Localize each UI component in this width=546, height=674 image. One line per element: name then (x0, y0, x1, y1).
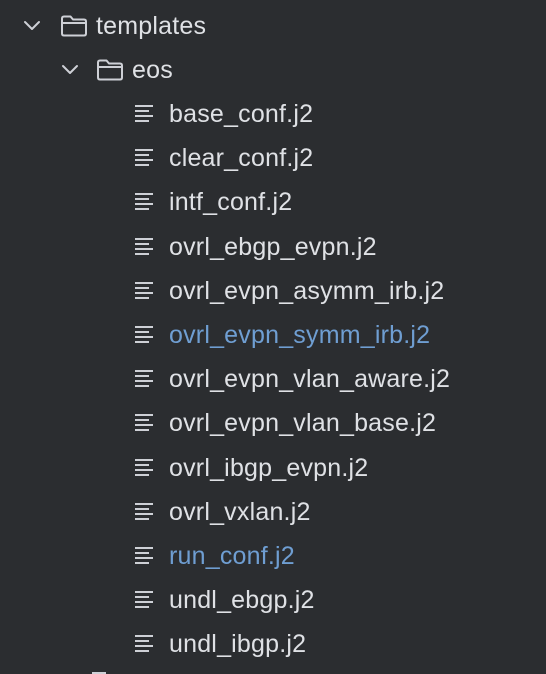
partial-row-icon (92, 672, 106, 674)
text-file-icon (133, 633, 157, 655)
tree-node-file[interactable]: intf_conf.j2 (0, 180, 546, 224)
file-name: ovrl_evpn_asymm_irb.j2 (169, 276, 445, 305)
tree-node-file[interactable]: undl_ebgp.j2 (0, 578, 546, 622)
folder-name-eos: eos (132, 56, 173, 84)
file-name: undl_ebgp.j2 (169, 586, 315, 615)
text-file-icon (133, 501, 157, 523)
file-name: ovrl_evpn_vlan_base.j2 (169, 409, 437, 438)
file-name: ovrl_ibgp_evpn.j2 (169, 453, 369, 482)
folder-icon (96, 58, 124, 82)
file-name: ovrl_evpn_vlan_aware.j2 (169, 365, 451, 394)
folder-name-templates: templates (96, 12, 207, 40)
file-name: ovrl_ebgp_evpn.j2 (169, 232, 377, 261)
text-file-icon (133, 147, 157, 169)
tree-node-file[interactable]: run_conf.j2 (0, 534, 546, 578)
text-file-icon (133, 368, 157, 390)
tree-node-file[interactable]: ovrl_evpn_vlan_base.j2 (0, 401, 546, 445)
file-name: run_conf.j2 (169, 542, 295, 570)
text-file-icon (133, 103, 157, 125)
file-name: ovrl_evpn_symm_irb.j2 (169, 321, 431, 349)
text-file-icon (133, 191, 157, 213)
text-file-icon (133, 545, 157, 567)
file-name: base_conf.j2 (169, 100, 314, 128)
text-file-icon (133, 412, 157, 434)
tree-node-file[interactable]: ovrl_evpn_vlan_aware.j2 (0, 357, 546, 401)
file-name: ovrl_vxlan.j2 (169, 497, 311, 526)
text-file-icon (133, 236, 157, 258)
folder-icon (60, 14, 88, 38)
chevron-down-icon[interactable] (22, 16, 42, 36)
file-name: clear_conf.j2 (169, 144, 314, 173)
text-file-icon (133, 280, 157, 302)
text-file-icon (133, 589, 157, 611)
project-tree: templates eos base_conf.j2 clear_conf.j2i… (0, 0, 546, 674)
tree-node-file[interactable]: ovrl_evpn_asymm_irb.j2 (0, 269, 546, 313)
file-name: intf_conf.j2 (169, 188, 293, 217)
tree-node-eos[interactable]: eos (0, 48, 546, 92)
text-file-icon (133, 457, 157, 479)
tree-node-file[interactable]: undl_ibgp.j2 (0, 622, 546, 666)
tree-node-file[interactable]: ovrl_vxlan.j2 (0, 490, 546, 534)
tree-node-file[interactable]: ovrl_ibgp_evpn.j2 (0, 446, 546, 490)
tree-node-file[interactable]: clear_conf.j2 (0, 136, 546, 180)
tree-node-file[interactable]: ovrl_ebgp_evpn.j2 (0, 225, 546, 269)
chevron-down-icon[interactable] (60, 60, 80, 80)
tree-node-file[interactable]: base_conf.j2 (0, 92, 546, 136)
text-file-icon (133, 324, 157, 346)
file-name: undl_ibgp.j2 (169, 630, 307, 659)
tree-node-templates[interactable]: templates (0, 4, 546, 48)
tree-node-file[interactable]: ovrl_evpn_symm_irb.j2 (0, 313, 546, 357)
